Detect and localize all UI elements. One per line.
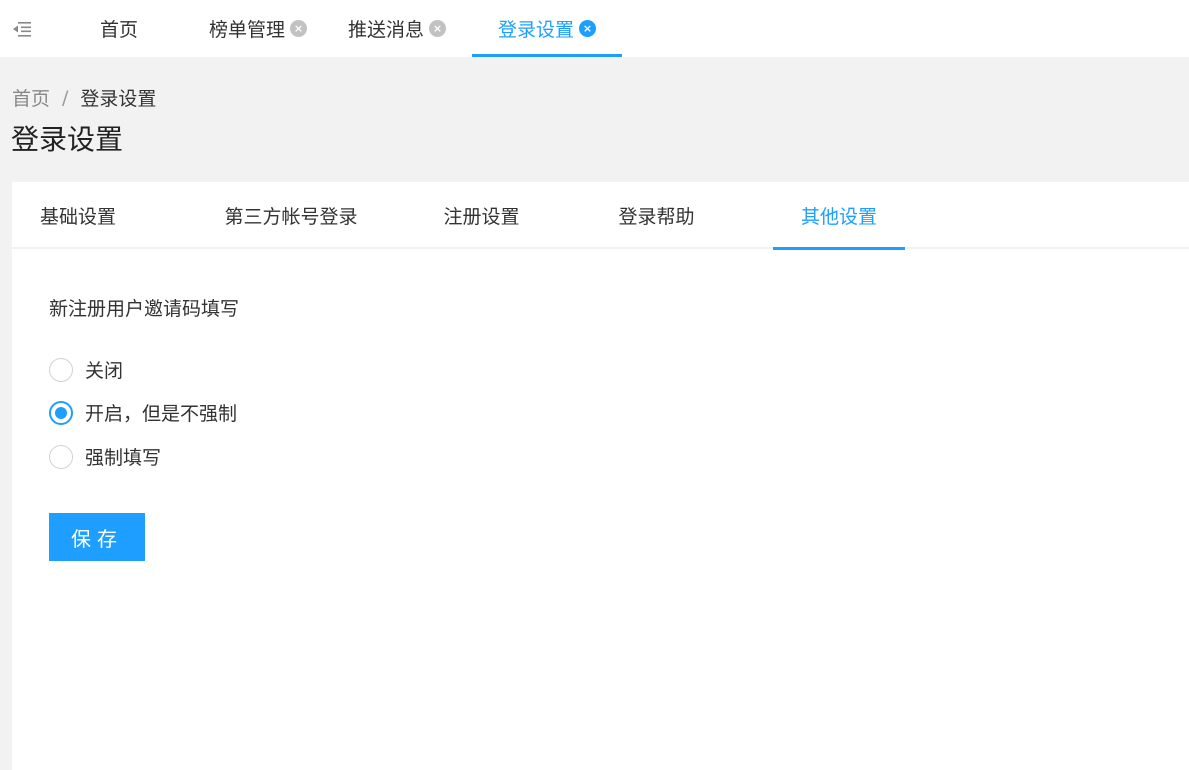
close-circle-icon[interactable]: ×: [290, 20, 307, 37]
radio-option-optional[interactable]: 开启，但是不强制: [49, 399, 237, 426]
tab-register-settings[interactable]: 注册设置: [434, 182, 529, 248]
close-circle-icon[interactable]: ×: [429, 20, 446, 37]
radio-button[interactable]: [49, 400, 73, 425]
top-tab-label: 推送消息: [347, 19, 424, 41]
settings-sub-tabs: 基础设置 第三方帐号登录 注册设置 登录帮助 其他设置: [12, 182, 1189, 250]
top-tab-push-messages[interactable]: 推送消息 ×: [322, 0, 472, 57]
breadcrumb: 首页 / 登录设置: [12, 84, 156, 111]
close-circle-icon[interactable]: ×: [579, 20, 596, 37]
breadcrumb-separator: /: [62, 86, 69, 109]
top-tab-home[interactable]: 首页: [44, 0, 194, 57]
top-tab-ranking[interactable]: 榜单管理 ×: [194, 0, 322, 57]
page-title: 登录设置: [11, 123, 124, 156]
top-tab-label: 榜单管理: [208, 19, 285, 41]
tab-basic-settings[interactable]: 基础设置: [12, 182, 144, 248]
settings-card: 基础设置 第三方帐号登录 注册设置 登录帮助 其他设置 新注册用户邀请码填写 关…: [12, 182, 1189, 770]
radio-label: 强制填写: [85, 447, 162, 469]
radio-option-required[interactable]: 强制填写: [49, 443, 161, 470]
save-button[interactable]: 保存: [49, 513, 145, 561]
tab-label: 其他设置: [800, 205, 877, 228]
menu-fold-icon[interactable]: [0, 0, 44, 57]
tab-other-settings[interactable]: 其他设置: [773, 182, 905, 250]
tab-label: 登录帮助: [618, 205, 695, 228]
radio-label: 开启，但是不强制: [85, 403, 238, 425]
radio-button[interactable]: [49, 357, 73, 382]
tab-label: 第三方帐号登录: [224, 205, 358, 228]
top-tab-label: 登录设置: [497, 19, 574, 41]
breadcrumb-home[interactable]: 首页: [12, 84, 50, 111]
radio-button[interactable]: [49, 444, 73, 469]
tab-third-party-login[interactable]: 第三方帐号登录: [144, 182, 434, 248]
radio-label: 关闭: [85, 360, 124, 382]
tab-login-help[interactable]: 登录帮助: [614, 182, 699, 248]
radio-option-off[interactable]: 关闭: [49, 356, 123, 383]
tab-label: 注册设置: [443, 205, 520, 228]
breadcrumb-current: 登录设置: [80, 88, 157, 110]
top-tab-bar: 首页 榜单管理 × 推送消息 × 登录设置 ×: [0, 0, 1189, 57]
top-tab-login-settings[interactable]: 登录设置 ×: [472, 0, 622, 57]
tab-label: 基础设置: [39, 205, 116, 228]
invite-code-setting-label: 新注册用户邀请码填写: [49, 298, 240, 320]
top-tab-label: 首页: [99, 19, 138, 41]
